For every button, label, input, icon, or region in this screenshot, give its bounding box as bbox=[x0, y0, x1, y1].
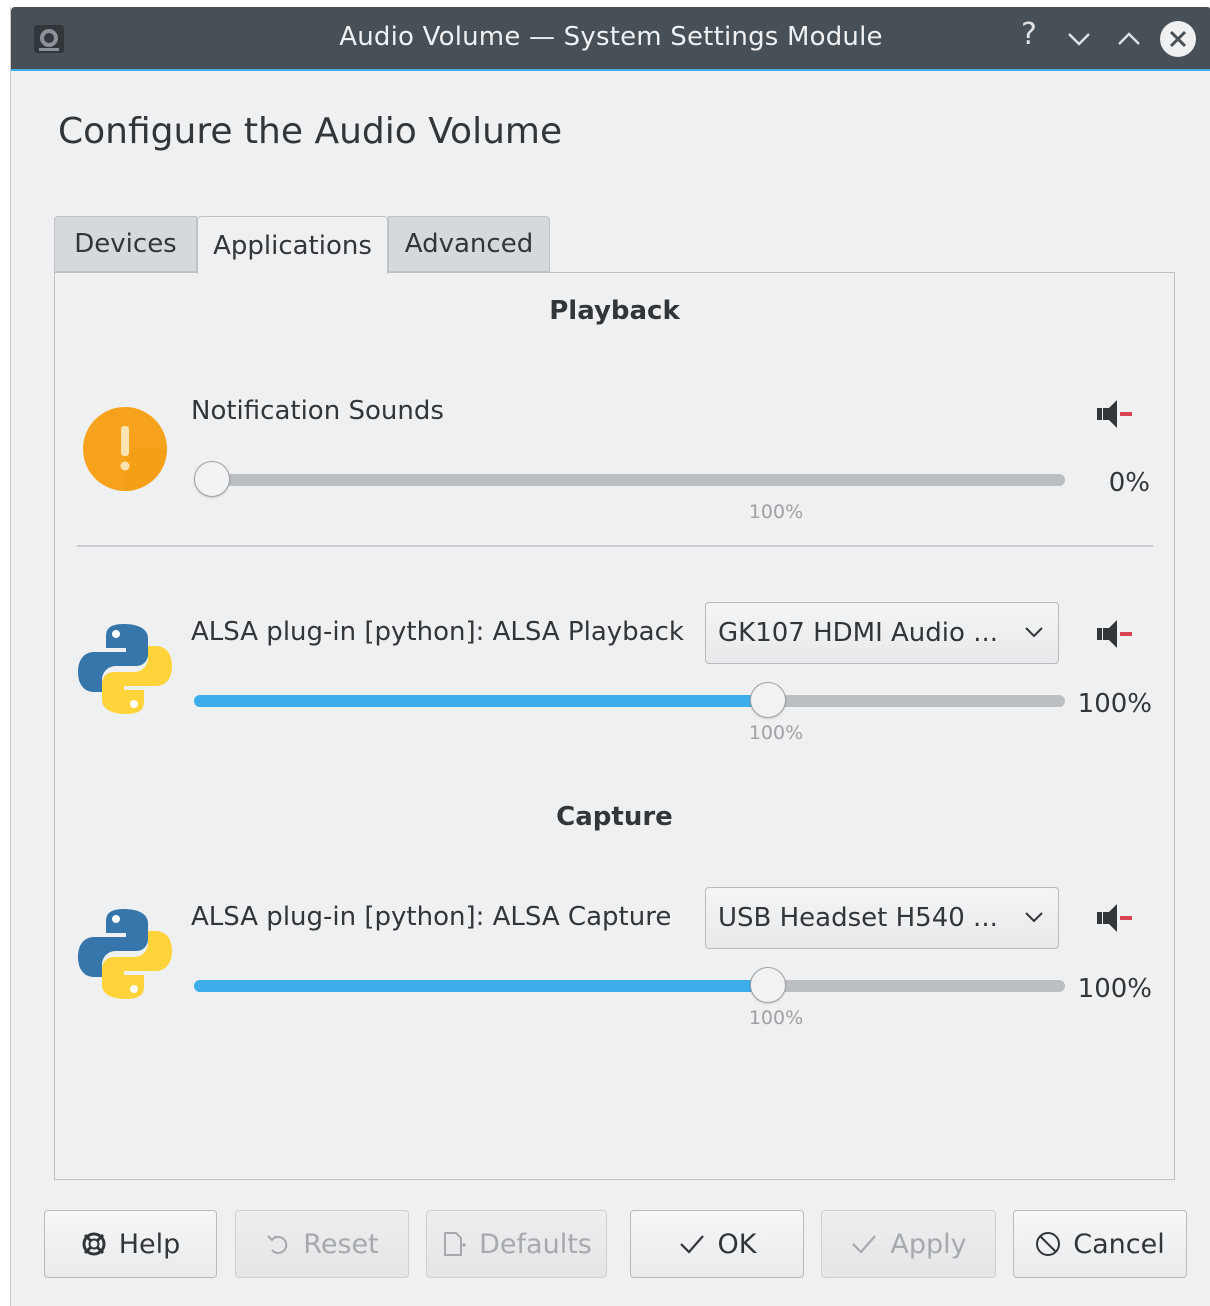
apply-button-label: Apply bbox=[890, 1228, 967, 1260]
ok-button[interactable]: OK bbox=[630, 1210, 804, 1278]
notification-volume-slider[interactable] bbox=[194, 460, 1065, 500]
playback-device-select[interactable]: GK107 HDMI Audio ... bbox=[705, 602, 1059, 664]
reset-button-label: Reset bbox=[303, 1228, 379, 1260]
chevron-down-icon bbox=[1068, 33, 1090, 46]
cancel-icon bbox=[1036, 1232, 1061, 1256]
python-icon bbox=[76, 620, 174, 722]
undo-icon bbox=[267, 1235, 288, 1254]
alsa-playback-volume-slider[interactable] bbox=[194, 681, 1065, 721]
volume-percent: 100% bbox=[1077, 689, 1152, 719]
playback-device-value: GK107 HDMI Audio ... bbox=[718, 618, 998, 648]
speaker-muted-icon[interactable] bbox=[1095, 616, 1135, 652]
maximize-button[interactable] bbox=[1111, 21, 1147, 57]
hundred-percent-marker: 100% bbox=[748, 722, 804, 744]
checkmark-icon bbox=[852, 1235, 877, 1254]
slider-handle[interactable] bbox=[749, 682, 786, 718]
capture-section-title: Capture bbox=[556, 802, 673, 832]
help-button-label: Help bbox=[118, 1228, 181, 1260]
lifebuoy-icon bbox=[82, 1232, 106, 1256]
slider-fill bbox=[194, 695, 768, 707]
reset-button[interactable]: Reset bbox=[235, 1210, 409, 1278]
speaker-muted-icon[interactable] bbox=[1095, 900, 1135, 936]
slider-fill bbox=[194, 980, 768, 992]
checkmark-icon bbox=[679, 1235, 704, 1254]
speaker-muted-icon[interactable] bbox=[1095, 396, 1135, 432]
volume-percent: 0% bbox=[1108, 468, 1150, 498]
context-help-button[interactable]: ? bbox=[1011, 17, 1047, 53]
defaults-button[interactable]: Defaults bbox=[426, 1210, 607, 1278]
settings-window: Audio Volume — System Settings Module ? … bbox=[10, 7, 1210, 1306]
chevron-up-icon bbox=[1118, 32, 1140, 45]
chevron-down-icon bbox=[1025, 912, 1043, 923]
tab-devices[interactable]: Devices bbox=[54, 216, 197, 272]
help-button[interactable]: Help bbox=[44, 1210, 217, 1278]
tab-applications[interactable]: Applications bbox=[197, 216, 388, 274]
stream-name-alsa-capture: ALSA plug-in [python]: ALSA Capture bbox=[191, 902, 672, 932]
document-revert-icon bbox=[444, 1232, 466, 1256]
minimize-button[interactable] bbox=[1061, 21, 1097, 57]
hundred-percent-marker: 100% bbox=[748, 1007, 804, 1029]
slider-handle[interactable] bbox=[749, 967, 786, 1003]
cancel-button-label: Cancel bbox=[1073, 1228, 1165, 1260]
cancel-button[interactable]: Cancel bbox=[1013, 1210, 1187, 1278]
volume-percent: 100% bbox=[1077, 974, 1152, 1004]
warning-icon bbox=[82, 406, 168, 496]
chevron-down-icon bbox=[1025, 627, 1043, 638]
close-button[interactable] bbox=[1159, 20, 1197, 58]
python-icon bbox=[76, 905, 174, 1007]
stream-separator bbox=[77, 545, 1153, 547]
stream-name-alsa-playback: ALSA plug-in [python]: ALSA Playback bbox=[191, 617, 684, 647]
stream-name-notification-sounds: Notification Sounds bbox=[191, 396, 444, 426]
applications-panel: Playback Notification Sounds 0% 100% ALS… bbox=[54, 272, 1175, 1180]
close-icon bbox=[1160, 21, 1196, 57]
capture-device-select[interactable]: USB Headset H540 ... bbox=[705, 887, 1059, 949]
tab-advanced[interactable]: Advanced bbox=[388, 216, 550, 272]
playback-section-title: Playback bbox=[549, 296, 680, 326]
page-title: Configure the Audio Volume bbox=[58, 111, 563, 152]
alsa-capture-volume-slider[interactable] bbox=[194, 966, 1065, 1006]
apply-button[interactable]: Apply bbox=[821, 1210, 996, 1278]
ok-button-label: OK bbox=[717, 1228, 757, 1260]
defaults-button-label: Defaults bbox=[479, 1228, 592, 1260]
slider-handle[interactable] bbox=[194, 461, 230, 497]
capture-device-value: USB Headset H540 ... bbox=[718, 903, 998, 933]
hundred-percent-marker: 100% bbox=[748, 501, 804, 523]
title-bar[interactable]: Audio Volume — System Settings Module ? bbox=[11, 7, 1210, 71]
slider-groove bbox=[194, 474, 1065, 486]
